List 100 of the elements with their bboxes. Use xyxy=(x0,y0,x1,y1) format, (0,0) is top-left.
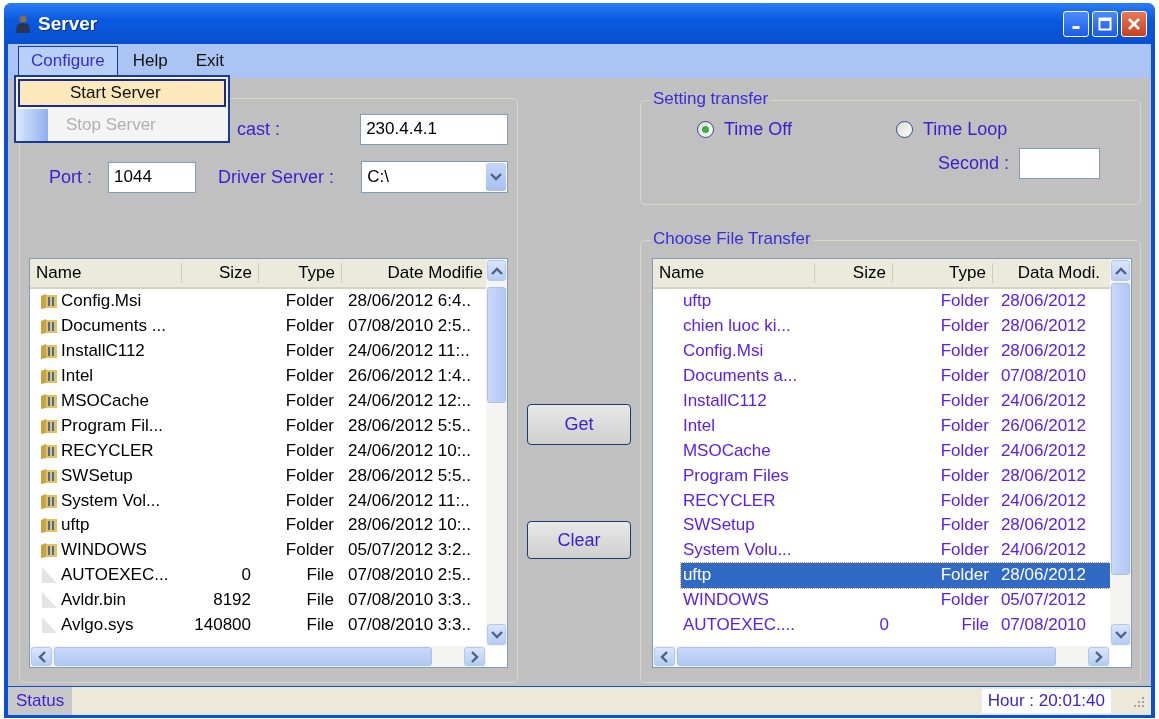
port-field[interactable]: 1044 xyxy=(108,161,196,193)
scroll-thumb[interactable] xyxy=(676,647,1056,666)
file-icon xyxy=(40,616,58,634)
list-row[interactable]: AUTOEXEC.... 0 File 07/08/2010 xyxy=(680,612,1110,638)
list-row[interactable]: SWSetup Folder 28/06/2012 xyxy=(680,513,1110,538)
caret-up-icon xyxy=(1114,266,1127,275)
folder-icon xyxy=(40,292,58,311)
close-button[interactable] xyxy=(1121,10,1147,37)
file-size: 8192 xyxy=(213,590,251,610)
column-header[interactable]: Type xyxy=(259,263,342,283)
file-date: 24/06/2012 10:.. xyxy=(347,440,472,461)
maximize-button[interactable] xyxy=(1092,10,1118,37)
radio-option[interactable]: Time Loop xyxy=(895,119,1008,140)
status-text: Status xyxy=(8,687,73,715)
vertical-scrollbar[interactable] xyxy=(486,259,508,646)
folder-icon xyxy=(40,392,58,410)
radio-option[interactable]: Time Off xyxy=(696,119,792,140)
file-date: 07/08/2010 3:3.. xyxy=(347,615,472,635)
list-row[interactable]: uftp Folder 28/06/2012 xyxy=(680,289,1110,314)
horizontal-scrollbar[interactable] xyxy=(652,646,1110,667)
menu-option[interactable]: Start Server xyxy=(18,79,226,107)
folder-icon xyxy=(40,342,58,361)
close-icon xyxy=(1127,16,1141,31)
scroll-down-button[interactable] xyxy=(1111,624,1130,645)
scroll-down-button[interactable] xyxy=(487,624,507,645)
second-field[interactable] xyxy=(1019,148,1100,179)
group-title: Setting transfer xyxy=(650,89,771,109)
scroll-thumb[interactable] xyxy=(1111,283,1130,575)
file-name: System Vol... xyxy=(61,490,161,511)
scroll-right-button[interactable] xyxy=(464,647,486,666)
multicast-field[interactable]: 230.4.4.1 xyxy=(360,113,509,145)
column-header[interactable]: Date Modifie xyxy=(342,263,487,283)
list-row[interactable]: Documents a... Folder 07/08/2010 xyxy=(680,363,1110,389)
file-type: Folder xyxy=(284,540,335,561)
caret-down-icon xyxy=(490,630,503,639)
file-name: Avldr.bin xyxy=(61,590,126,611)
file-date: 24/06/2012 12:.. xyxy=(347,391,472,411)
list-row[interactable]: RECYCLER Folder 24/06/2012 xyxy=(680,488,1110,513)
scroll-left-button[interactable] xyxy=(31,647,52,666)
folder-icon xyxy=(40,491,58,510)
list-row[interactable]: MSOCache Folder 24/06/2012 xyxy=(680,438,1110,464)
file-name: InstallC112 xyxy=(61,341,145,362)
list-row[interactable]: WINDOWS Folder 05/07/2012 xyxy=(680,587,1110,613)
folder-icon xyxy=(40,516,58,535)
list-row[interactable]: Intel Folder 26/06/2012 xyxy=(680,413,1110,439)
file-name: Program Fil... xyxy=(61,415,164,436)
file-name: RECYCLER xyxy=(61,440,154,461)
folder-icon xyxy=(40,317,58,336)
menu-item[interactable]: Exit xyxy=(182,46,238,78)
file-type: Folder xyxy=(284,316,335,337)
scroll-left-button[interactable] xyxy=(653,647,675,666)
action-button[interactable]: Get xyxy=(527,404,631,445)
list-row[interactable]: InstallC112 Folder 24/06/2012 xyxy=(680,388,1110,414)
resize-grip-icon[interactable] xyxy=(1131,694,1145,708)
column-header[interactable]: Data Modi. xyxy=(992,263,1106,283)
file-name: Intel xyxy=(61,366,94,387)
vertical-scrollbar[interactable] xyxy=(1110,259,1131,646)
multicast-label: cast : xyxy=(237,118,280,140)
menu-icon-margin xyxy=(16,109,48,141)
menu-item[interactable]: Help xyxy=(119,46,181,78)
horizontal-scrollbar[interactable] xyxy=(30,646,487,667)
file-date: 26/06/2012 1:4.. xyxy=(347,366,472,387)
column-header[interactable]: Name xyxy=(30,263,182,283)
driver-dropdown[interactable]: C:\ xyxy=(361,161,509,193)
menu-item[interactable]: Configure xyxy=(18,46,118,78)
caret-left-icon xyxy=(660,650,669,663)
file-date: 07/08/2010 3:3.. xyxy=(347,590,472,611)
list-row[interactable]: Config.Msi Folder 28/06/2012 xyxy=(680,338,1110,364)
scroll-right-button[interactable] xyxy=(1088,647,1109,666)
scroll-thumb[interactable] xyxy=(54,647,433,666)
file-type: Folder xyxy=(284,366,335,387)
file-type: Folder xyxy=(284,391,335,411)
list-row[interactable]: chien luoc ki... Folder 28/06/2012 xyxy=(680,313,1110,339)
file-type: Folder xyxy=(284,415,335,436)
file-name: uftp xyxy=(61,515,90,536)
file-date: 28/06/2012 6:4.. xyxy=(347,291,472,312)
scroll-thumb[interactable] xyxy=(487,287,507,403)
caret-up-icon xyxy=(490,266,503,275)
file-type: Folder xyxy=(284,291,335,312)
file-type: Folder xyxy=(284,490,335,511)
folder-icon xyxy=(40,367,58,386)
list-row[interactable]: Program Files Folder 28/06/2012 xyxy=(680,463,1110,489)
column-header[interactable]: Type xyxy=(892,263,993,283)
column-header[interactable]: Size xyxy=(814,263,893,283)
port-label: Port : xyxy=(49,166,92,188)
action-button[interactable]: Clear xyxy=(527,521,631,559)
file-type: Folder xyxy=(284,341,335,362)
scroll-up-button[interactable] xyxy=(1111,260,1130,281)
list-row[interactable]: System Volu... Folder 24/06/2012 xyxy=(680,537,1110,563)
column-header[interactable]: Size xyxy=(182,263,259,283)
list-row[interactable]: uftp Folder 28/06/2012 xyxy=(680,562,1110,588)
caret-right-icon xyxy=(470,650,479,663)
column-header[interactable]: Name xyxy=(652,263,815,283)
file-date: 24/06/2012 11:.. xyxy=(347,341,471,362)
scroll-up-button[interactable] xyxy=(487,260,507,281)
file-type: File xyxy=(305,615,335,635)
file-name: Documents ... xyxy=(61,316,166,337)
folder-icon xyxy=(40,466,58,485)
file-name: SWSetup xyxy=(61,465,133,486)
minimize-button[interactable] xyxy=(1063,10,1089,37)
